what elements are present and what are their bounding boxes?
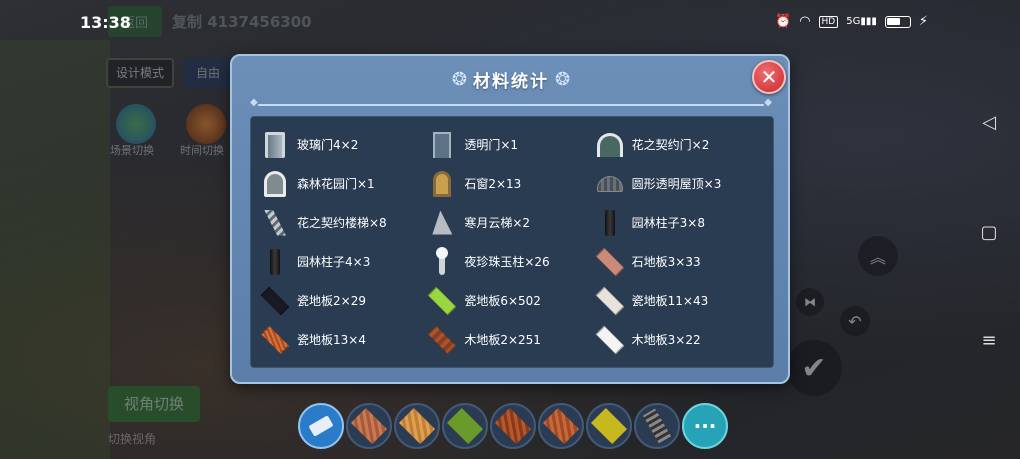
item-label: 木地板2×251 [464,333,541,347]
list-item: 园林柱子4×3 [261,242,428,281]
list-item: 瓷地板6×502 [427,281,595,320]
hd-icon: HD [818,15,839,28]
status-bar: 13:38 ⏰ ◠ HD 5G▮▮▮ ⚡ [0,0,1020,44]
porcelain-floor-orange-icon [260,325,290,354]
item-label: 圆形透明屋顶×3 [631,177,722,191]
garden-pillar-icon [261,248,289,276]
item-label: 石窗2×13 [464,177,522,191]
item-label: 园林柱子4×3 [297,255,371,269]
list-item: 花之契约楼梯×8 [261,203,428,242]
item-label: 瓷地板6×502 [464,294,541,308]
wood-floor-icon [427,325,457,354]
list-item: 石窗2×13 [428,164,595,203]
item-label: 花之契约楼梯×8 [297,216,387,230]
title-divider [250,97,772,108]
item-label: 花之契约门×2 [631,138,710,152]
item-label: 瓷地板13×4 [297,333,366,347]
floor-tile-slot-1[interactable] [346,403,392,449]
alarm-icon: ⏰ [775,14,792,29]
status-icons: ⏰ ◠ HD 5G▮▮▮ ⚡ [775,14,928,29]
list-item: 透明门×1 [428,125,595,164]
flower-contract-door-icon [596,131,624,159]
wifi-icon: ◠ [799,14,811,29]
item-label: 寒月云梯×2 [464,216,531,230]
nav-back-icon[interactable]: ◁ [978,112,1000,134]
list-item: 瓷地板13×4 [260,320,428,359]
eraser-icon[interactable] [298,403,344,449]
title-ornament-left-icon: ❂ [451,68,467,90]
garden-pillar-icon [596,209,624,237]
list-item: 森林花园门×1 [261,164,428,203]
item-label: 瓷地板11×43 [631,294,709,308]
list-item: 圆形透明屋顶×3 [596,164,763,203]
material-toolbar: ··· [298,403,728,449]
item-label: 夜珍珠玉柱×26 [464,255,550,269]
close-button[interactable]: ✕ [752,60,786,94]
round-transparent-roof-icon [596,170,624,198]
item-label: 园林柱子3×8 [631,216,705,230]
porcelain-floor-dark-icon [260,286,290,315]
item-label: 瓷地板2×29 [297,294,366,308]
material-list: 玻璃门4×2 透明门×1 花之契约门×2 森林花园门×1 石窗2×13 圆形透明… [250,116,774,368]
forest-garden-door-icon [261,170,289,198]
cold-moon-ladder-icon [428,209,456,237]
list-item: 夜珍珠玉柱×26 [428,242,595,281]
item-label: 石地板3×33 [631,255,701,269]
floor-tile-slot-4[interactable] [490,403,536,449]
battery-icon [884,15,911,28]
list-item: 花之契约门×2 [596,125,763,164]
item-label: 木地板3×22 [631,333,701,347]
5g-signal-icon: 5G▮▮▮ [846,16,877,27]
dialog-title-bar: ❂ 材料统计 ❂ [412,62,610,96]
stairs-icon[interactable] [634,403,680,449]
item-label: 玻璃门4×2 [297,138,359,152]
nav-home-icon[interactable]: ▢ [978,222,1000,244]
stone-window-icon [428,170,456,198]
list-item: 玻璃门4×2 [261,125,428,164]
stone-floor-icon [595,247,625,276]
list-item: 园林柱子3×8 [596,203,763,242]
clock: 13:38 [80,13,131,32]
list-item: 木地板2×251 [427,320,595,359]
floor-tile-slot-3[interactable] [442,403,488,449]
material-stats-dialog: ❂ 材料统计 ❂ ✕ 玻璃门4×2 透明门×1 花之契约门×2 森林花园门×1 … [230,54,790,384]
porcelain-floor-green-icon [427,286,457,315]
nav-menu-icon[interactable]: ≡ [978,330,1000,352]
floor-tile-slot-6[interactable] [586,403,632,449]
floor-tile-slot-5[interactable] [538,403,584,449]
porcelain-floor-white-icon [595,286,625,315]
charging-icon: ⚡ [918,14,928,29]
dialog-title: 材料统计 [473,71,549,92]
list-item: 寒月云梯×2 [428,203,595,242]
glass-door-icon [261,131,289,159]
item-label: 森林花园门×1 [297,177,375,191]
list-item: 木地板3×22 [595,320,763,359]
night-pearl-pillar-icon [428,246,456,276]
flower-contract-stairs-icon [261,209,289,237]
list-item: 瓷地板11×43 [595,281,763,320]
transparent-door-icon [428,131,456,159]
list-item: 瓷地板2×29 [260,281,428,320]
more-button[interactable]: ··· [682,403,728,449]
list-item: 石地板3×33 [595,242,763,281]
title-ornament-right-icon: ❂ [555,68,571,90]
item-label: 透明门×1 [464,138,519,152]
wood-floor-white-icon [595,325,625,354]
floor-tile-slot-2[interactable] [394,403,440,449]
